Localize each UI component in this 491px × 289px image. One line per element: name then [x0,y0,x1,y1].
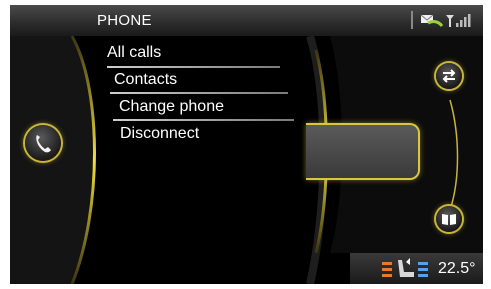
phone-handset-icon [36,135,51,153]
book-icon [442,214,456,225]
menu-item-disconnect[interactable]: Disconnect [120,125,199,143]
menu-divider [110,92,288,94]
swap-button[interactable] [436,63,462,89]
menu-divider [107,66,280,68]
selection-slot [306,123,420,180]
phone-screen: PHONE All calls Contacts Change phone Di… [10,5,483,284]
phone-knob-button[interactable] [25,125,61,161]
swap-arrows-icon [442,69,456,83]
menu-item-change-phone[interactable]: Change phone [119,98,224,116]
phonebook-button[interactable] [436,206,462,232]
menu-divider [113,119,294,121]
menu-item-contacts[interactable]: Contacts [114,71,177,89]
climate-bar: 22.5° [350,253,483,284]
temperature-readout: 22.5° [438,260,476,277]
seat-heating-icon[interactable] [380,256,432,282]
menu-item-all-calls[interactable]: All calls [107,44,161,62]
